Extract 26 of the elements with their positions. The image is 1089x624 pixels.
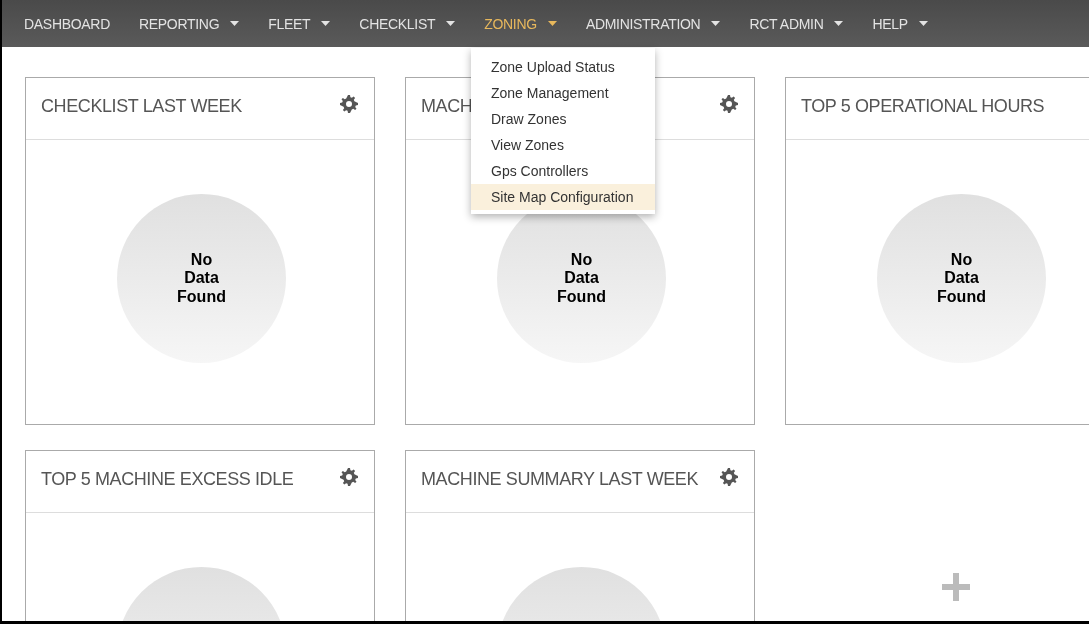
- menu-item[interactable]: Zone Management: [471, 80, 655, 106]
- nav-tab[interactable]: FLEET: [268, 15, 331, 32]
- settings-icon[interactable]: [340, 467, 358, 486]
- nav-tab[interactable]: RCT ADMIN: [749, 15, 844, 32]
- card-title: MACHINE SUMMARY LAST WEEK: [421, 469, 699, 490]
- menu-item[interactable]: Gps Controllers: [471, 158, 655, 184]
- nav-tab[interactable]: ZONING: [484, 15, 557, 32]
- nav-tab[interactable]: CHECKLIST: [359, 15, 456, 32]
- menu-item[interactable]: Draw Zones: [471, 106, 655, 132]
- card-title: MACH: [421, 96, 473, 117]
- card-title: CHECKLIST LAST WEEK: [41, 96, 242, 117]
- no-data-text: No Data Found: [556, 250, 607, 307]
- nav-tab[interactable]: HELP: [872, 15, 928, 32]
- menu-item[interactable]: Zone Upload Status: [471, 54, 655, 80]
- settings-icon[interactable]: [720, 467, 738, 486]
- menu-item[interactable]: View Zones: [471, 132, 655, 158]
- settings-icon[interactable]: [720, 94, 738, 113]
- card-title: TOP 5 OPERATIONAL HOURS: [801, 96, 1045, 117]
- nav-tab[interactable]: REPORTING: [139, 15, 240, 32]
- settings-icon[interactable]: [340, 94, 358, 113]
- card-title: TOP 5 MACHINE EXCESS IDLE: [41, 469, 294, 490]
- no-data-text: No Data Found: [936, 250, 987, 307]
- no-data-text: No Data Found: [176, 250, 227, 307]
- nav-tab[interactable]: ADMINISTRATION: [585, 15, 721, 32]
- nav-tab[interactable]: DASHBOARD: [24, 15, 110, 32]
- menu-item[interactable]: Site Map Configuration: [471, 184, 655, 210]
